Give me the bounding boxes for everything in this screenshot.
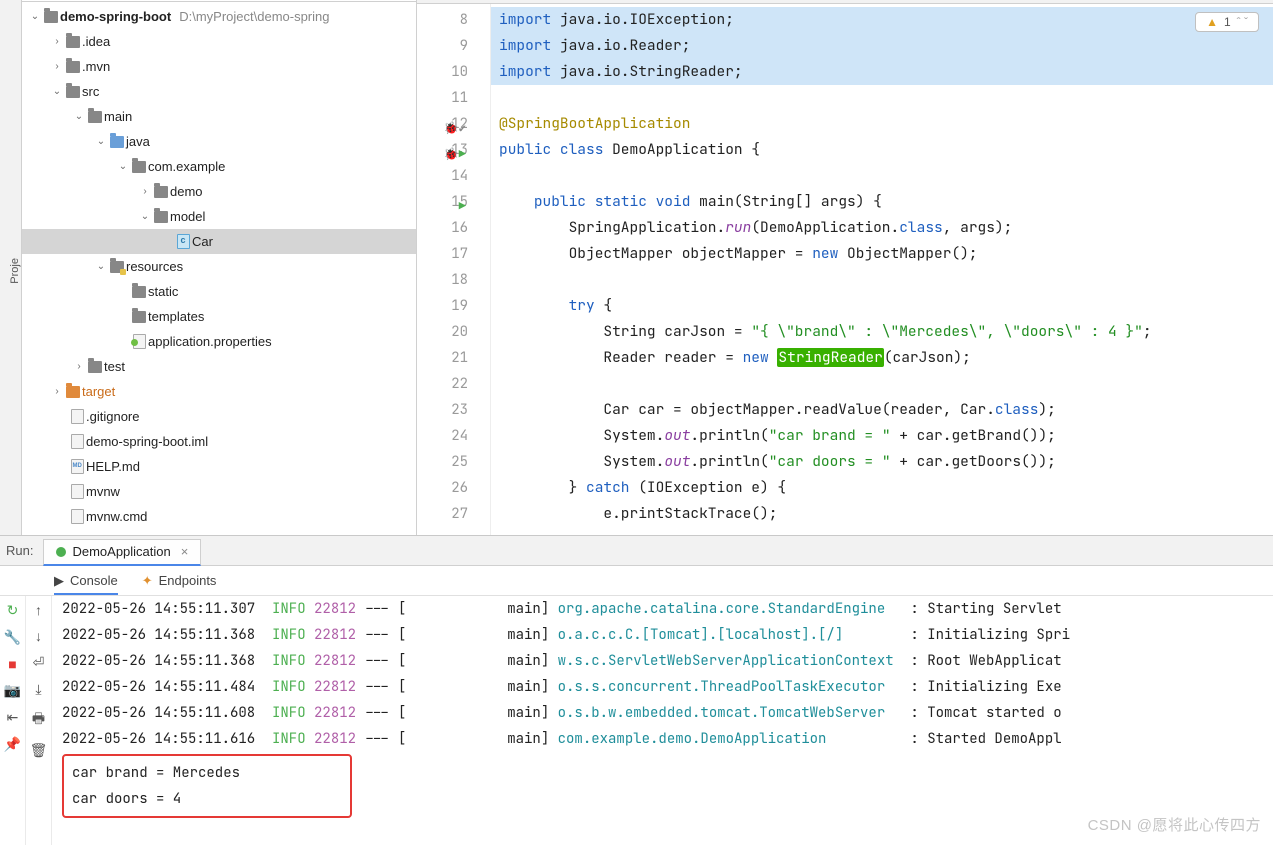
project-tree: ⌄demo-spring-bootD:\myProject\demo-sprin… xyxy=(22,0,417,535)
run-tool-col-1: ↻ 🔧 ■ 📷 ⇤ 📌 xyxy=(0,596,26,845)
tree-static[interactable]: static xyxy=(22,279,416,304)
exit-icon[interactable]: ⇤ xyxy=(7,709,19,726)
tree-gitignore[interactable]: .gitignore xyxy=(22,404,416,429)
warning-count: 1 xyxy=(1224,15,1231,29)
subtab-endpoints[interactable]: ✦Endpoints xyxy=(142,573,217,589)
down-icon[interactable]: ↓ xyxy=(35,628,42,644)
editor: 89101112🐞✔13🐞▶1415▶161718192021222324252… xyxy=(417,0,1273,535)
code-area[interactable]: import java.io.IOException;import java.i… xyxy=(491,4,1273,535)
tree-java[interactable]: ⌄java xyxy=(22,129,416,154)
run-status-icon xyxy=(56,547,66,557)
console-icon: ▶ xyxy=(54,573,64,589)
tree-pkg[interactable]: ⌄com.example xyxy=(22,154,416,179)
tree-src[interactable]: ⌄src xyxy=(22,79,416,104)
tree-target[interactable]: ›target xyxy=(22,379,416,404)
tree-mvnwcmd[interactable]: mvnw.cmd xyxy=(22,504,416,529)
tree-root-path: D:\myProject\demo-spring xyxy=(179,9,329,24)
tree-root-name: demo-spring-boot xyxy=(60,9,171,24)
tree-idea[interactable]: ›.idea xyxy=(22,29,416,54)
run-panel: Run: DemoApplication × ▶Console ✦Endpoin… xyxy=(0,535,1273,845)
tree-iml[interactable]: demo-spring-boot.iml xyxy=(22,429,416,454)
camera-icon[interactable]: 📷 xyxy=(4,682,21,699)
tree-main[interactable]: ⌄main xyxy=(22,104,416,129)
watermark: CSDN @愿将此心传四方 xyxy=(1088,814,1261,835)
console-output[interactable]: 2022-05-26 14:55:11.307 INFO 22812 --- [… xyxy=(52,596,1273,845)
left-rail: Proje xyxy=(0,0,22,535)
run-label: Run: xyxy=(6,543,33,558)
inspection-pill[interactable]: ▲ 1 ˆ ˇ xyxy=(1195,12,1259,32)
wrench-icon[interactable]: 🔧 xyxy=(4,629,21,646)
wrap-icon[interactable]: ⏎ xyxy=(33,654,45,671)
tree-mvnw[interactable]: mvnw xyxy=(22,479,416,504)
subtab-console[interactable]: ▶Console xyxy=(54,573,118,595)
tree-root[interactable]: ⌄demo-spring-bootD:\myProject\demo-sprin… xyxy=(22,4,416,29)
tree-mvn[interactable]: ›.mvn xyxy=(22,54,416,79)
tree-help[interactable]: HELP.md xyxy=(22,454,416,479)
gutter: 89101112🐞✔13🐞▶1415▶161718192021222324252… xyxy=(417,4,491,535)
tree-model[interactable]: ⌄model xyxy=(22,204,416,229)
tree-demo[interactable]: ›demo xyxy=(22,179,416,204)
close-icon[interactable]: × xyxy=(181,544,189,559)
scroll-icon[interactable]: ⤓ xyxy=(35,681,41,698)
endpoints-icon: ✦ xyxy=(142,573,153,589)
pin-icon[interactable]: 📌 xyxy=(4,736,21,753)
trash-icon[interactable]: 🗑 xyxy=(30,742,48,759)
tree-test[interactable]: ›test xyxy=(22,354,416,379)
warning-icon: ▲ xyxy=(1206,15,1218,29)
run-tab-label: DemoApplication xyxy=(72,544,170,559)
run-tool-col-2: ↑ ↓ ⏎ ⤓ 🖶 🗑 xyxy=(26,596,52,845)
print-icon[interactable]: 🖶 xyxy=(32,708,45,732)
rail-project[interactable]: Proje xyxy=(9,258,21,284)
stop-icon[interactable]: ■ xyxy=(8,656,16,672)
tree-appprops[interactable]: application.properties xyxy=(22,329,416,354)
run-tab-demoapp[interactable]: DemoApplication × xyxy=(43,539,201,566)
tree-car[interactable]: Car xyxy=(22,229,416,254)
tree-resources[interactable]: ⌄resources xyxy=(22,254,416,279)
rerun-icon[interactable]: ↻ xyxy=(7,602,19,619)
tree-templates[interactable]: templates xyxy=(22,304,416,329)
warning-nav: ˆ ˇ xyxy=(1237,15,1248,29)
up-icon[interactable]: ↑ xyxy=(35,602,42,618)
